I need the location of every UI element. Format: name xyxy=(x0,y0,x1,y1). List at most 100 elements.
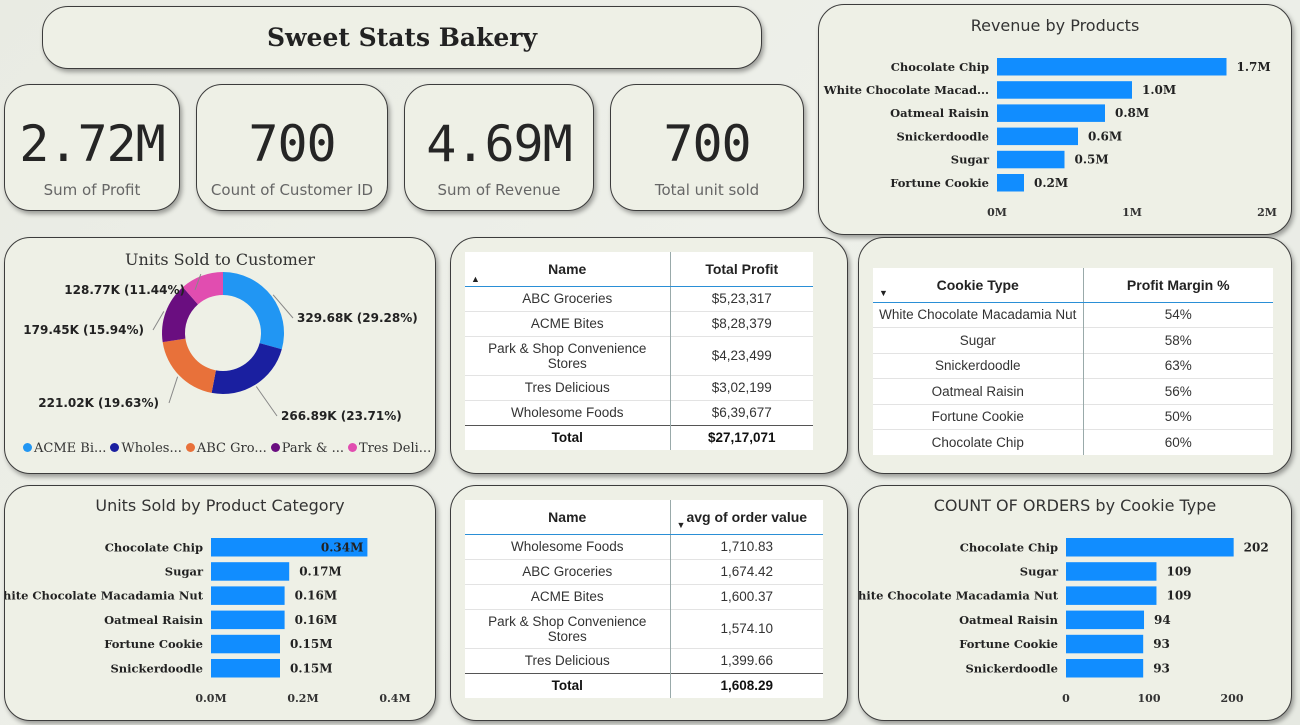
bar[interactable] xyxy=(211,610,285,630)
legend-item[interactable]: Tres Deli... xyxy=(347,441,431,456)
table-cell: $4,23,499 xyxy=(670,335,813,375)
table-row[interactable]: ACME Bites 1,600.37 xyxy=(465,583,823,609)
col-header-avg-order-value[interactable]: ▼ avg of order value xyxy=(670,500,823,535)
kpi-card-revenue[interactable]: 4.69M Sum of Revenue xyxy=(404,84,594,211)
table-cell: Wholesome Foods xyxy=(465,533,671,559)
table-total-cell: 1,608.29 xyxy=(670,672,823,698)
col-header-name[interactable]: ▲ Name xyxy=(465,252,671,287)
legend-dot-icon xyxy=(23,443,32,452)
table-row[interactable]: Snickerdoodle 63% xyxy=(873,352,1273,379)
data-label: 1.0M xyxy=(1142,83,1176,97)
donut-slice[interactable] xyxy=(223,272,284,350)
donut-legend: ACME Bi... Wholes... ABC Gro... Park & ... T… xyxy=(23,441,431,456)
kpi-value: 4.69M xyxy=(426,115,573,173)
bar[interactable] xyxy=(997,58,1227,76)
category-bar-chart: Chocolate Chip 0.34M Sugar 0.17M White Choco… xyxy=(5,538,411,705)
table-cell: Oatmeal Raisin xyxy=(873,378,1084,404)
bar[interactable] xyxy=(211,586,285,605)
bar[interactable] xyxy=(997,150,1065,169)
legend-item[interactable]: Park & ... xyxy=(270,441,344,456)
bar[interactable] xyxy=(211,659,280,678)
table-row[interactable]: Sugar 58% xyxy=(873,327,1273,353)
sort-asc-icon[interactable]: ▲ xyxy=(471,274,480,284)
table-total-cell: $27,17,071 xyxy=(670,424,813,450)
table-cell: Sugar xyxy=(873,327,1084,353)
legend-item[interactable]: ACME Bi... xyxy=(23,441,106,456)
bar[interactable] xyxy=(1066,562,1157,581)
category-label: Snickerdoodle xyxy=(966,661,1059,675)
kpi-card-profit[interactable]: 2.72M Sum of Profit xyxy=(4,84,180,211)
data-label: 93 xyxy=(1153,661,1170,675)
sort-desc-icon[interactable]: ▼ xyxy=(677,520,686,530)
table-total-cell: Total xyxy=(465,424,671,450)
slice-label: 329.68K (29.28%) xyxy=(297,311,418,325)
orders-chart-card[interactable]: COUNT OF ORDERS by Cookie Type Chocolate… xyxy=(858,485,1292,721)
table-row[interactable]: Tres Delicious $3,02,199 xyxy=(465,374,813,400)
order-table-card[interactable]: Name ▼ avg of order value Wholesome Food… xyxy=(450,485,848,721)
margin-table-card[interactable]: ▼ Cookie Type Profit Margin % White Choc… xyxy=(858,237,1292,474)
donut-slice[interactable] xyxy=(162,338,216,393)
table-cell: 56% xyxy=(1083,378,1273,404)
legend-item[interactable]: Wholes... xyxy=(110,441,182,456)
kpi-label: Sum of Profit xyxy=(43,181,141,199)
table-cell: $5,23,317 xyxy=(670,285,813,311)
kpi-value: 2.72M xyxy=(19,115,166,173)
bar[interactable] xyxy=(997,104,1105,122)
orders-bar-chart: Chocolate Chip 202 Sugar 109 White Chocolate… xyxy=(859,538,1269,705)
col-header-profit-margin[interactable]: Profit Margin % xyxy=(1083,268,1273,303)
table-cell: White Chocolate Macadamia Nut xyxy=(873,301,1084,328)
kpi-card-units[interactable]: 700 Total unit sold xyxy=(610,84,804,211)
bar[interactable] xyxy=(211,634,280,654)
table-cell: ABC Groceries xyxy=(465,558,671,584)
table-row[interactable]: White Chocolate Macadamia Nut 54% xyxy=(873,301,1273,328)
bar[interactable] xyxy=(1066,659,1144,678)
table-row[interactable]: Oatmeal Raisin 56% xyxy=(873,378,1273,404)
table-row[interactable]: Wholesome Foods $6,39,677 xyxy=(465,399,813,425)
bar[interactable] xyxy=(997,174,1024,192)
data-label: 93 xyxy=(1153,637,1170,651)
col-header-total-profit[interactable]: Total Profit xyxy=(670,252,813,287)
bar[interactable] xyxy=(997,127,1078,146)
table-row[interactable]: ABC Groceries $5,23,317 xyxy=(465,285,813,311)
table-row[interactable]: Park & Shop Convenience Stores $4,23,499 xyxy=(465,335,813,375)
donut-slice[interactable] xyxy=(211,343,282,394)
data-label: 0.2M xyxy=(1034,176,1068,190)
table-row[interactable]: Chocolate Chip 60% xyxy=(873,429,1273,455)
data-label: 0.15M xyxy=(290,637,333,651)
donut-chart-card[interactable]: Units Sold to Customer 329.68K (29.28%) 2… xyxy=(4,237,436,474)
kpi-value: 700 xyxy=(248,115,336,173)
slice-label: 128.77K (11.44%) xyxy=(64,283,185,297)
col-header-name[interactable]: Name xyxy=(465,500,671,535)
bar[interactable] xyxy=(1066,538,1234,557)
table-cell: Wholesome Foods xyxy=(465,399,671,425)
legend-item[interactable]: ABC Gro... xyxy=(185,441,267,456)
slice-label: 179.45K (15.94%) xyxy=(23,323,144,337)
profit-table: ▲ Name Total Profit ABC Groceries $5,23,3… xyxy=(465,252,813,450)
profit-table-card[interactable]: ▲ Name Total Profit ABC Groceries $5,23,3… xyxy=(450,237,848,474)
bar[interactable] xyxy=(1066,634,1144,654)
axis-tick-label: 0 xyxy=(1062,692,1070,705)
data-label: 0.6M xyxy=(1088,129,1122,143)
category-label: Oatmeal Raisin xyxy=(104,613,204,627)
bar[interactable] xyxy=(997,81,1132,99)
table-total-row: Total $27,17,071 xyxy=(465,424,813,450)
revenue-chart-card[interactable]: Revenue by Products Chocolate Chip 1.7M Wh… xyxy=(818,4,1292,235)
table-cell: $6,39,677 xyxy=(670,399,813,425)
kpi-card-customers[interactable]: 700 Count of Customer ID xyxy=(196,84,388,211)
table-cell: Park & Shop Convenience Stores xyxy=(465,335,671,375)
table-row[interactable]: Tres Delicious 1,399.66 xyxy=(465,647,823,673)
bar[interactable] xyxy=(1066,610,1145,630)
table-row[interactable]: ACME Bites $8,28,379 xyxy=(465,310,813,336)
bar[interactable] xyxy=(1066,586,1157,605)
table-row[interactable]: ABC Groceries 1,674.42 xyxy=(465,558,823,584)
data-label: 0.34M xyxy=(321,540,364,554)
table-row[interactable]: Park & Shop Convenience Stores 1,574.10 xyxy=(465,608,823,648)
table-row[interactable]: Wholesome Foods 1,710.83 xyxy=(465,533,823,559)
sort-desc-icon[interactable]: ▼ xyxy=(879,288,888,298)
bar[interactable] xyxy=(211,562,290,581)
category-chart-card[interactable]: Units Sold by Product Category Chocolate… xyxy=(4,485,436,721)
data-label: 1.7M xyxy=(1237,60,1271,74)
col-header-cookie-type[interactable]: ▼ Cookie Type xyxy=(873,268,1084,303)
data-label: 109 xyxy=(1166,564,1191,578)
table-row[interactable]: Fortune Cookie 50% xyxy=(873,403,1273,430)
